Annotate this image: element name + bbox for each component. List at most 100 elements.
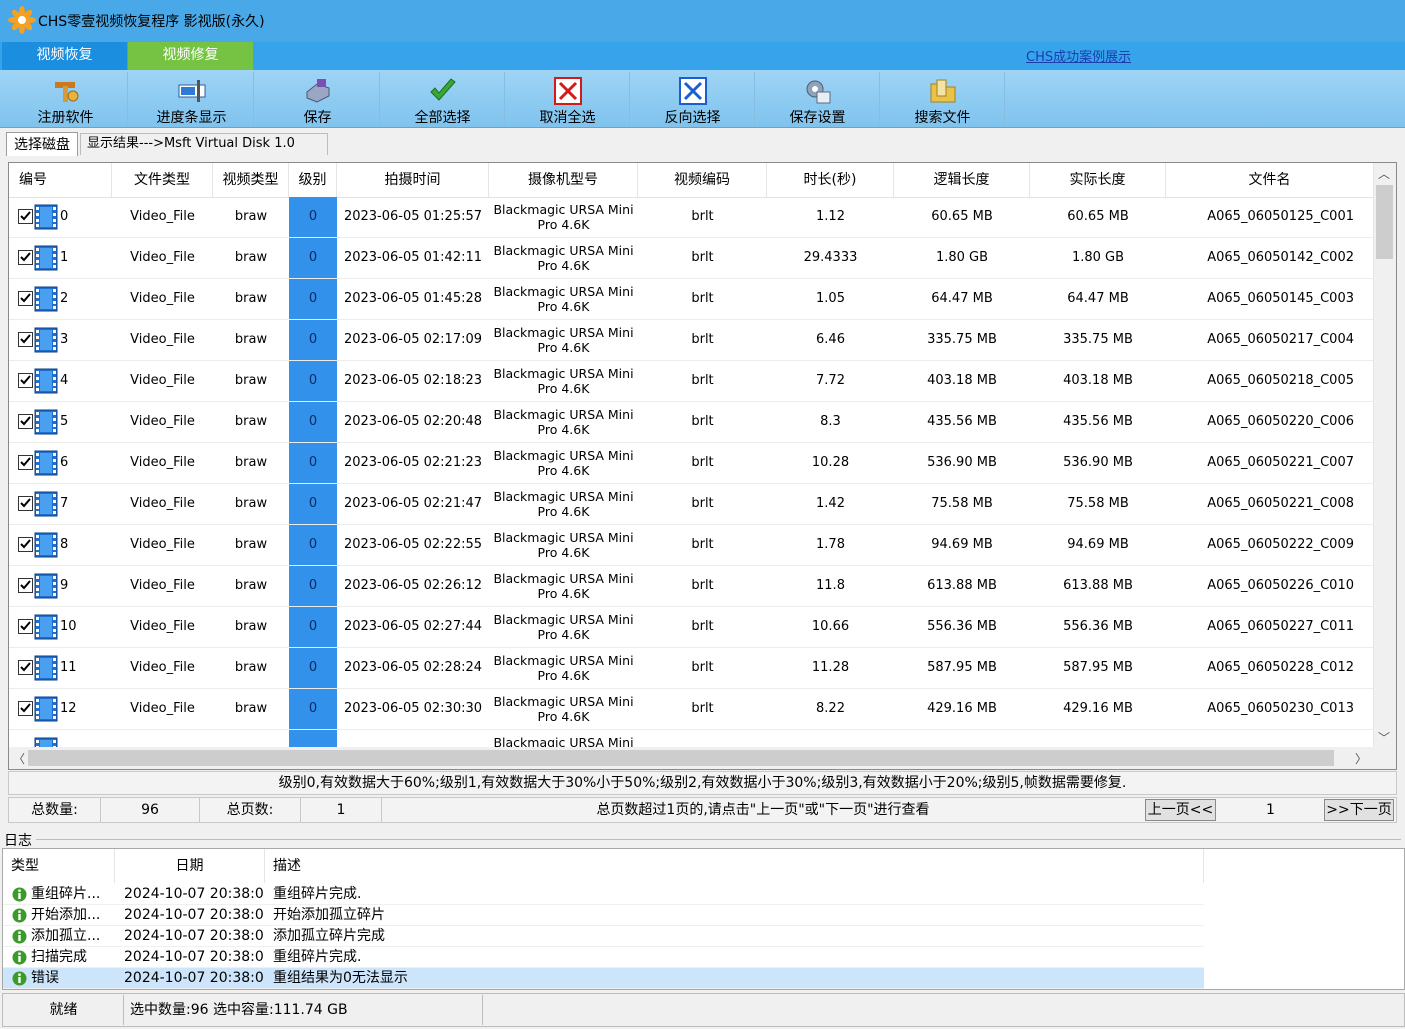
table-row[interactable]: 11 Video_File braw 0 2023-06-05 02:28:24 Blac… [9,648,1374,689]
vertical-scroll-thumb[interactable] [1376,185,1393,259]
camera-model-line2: Pro 4.6K [537,217,590,232]
table-row[interactable]: 9 Video_File braw 0 2023-06-05 02:26:12 Black… [9,566,1374,607]
table-row[interactable]: 0 Video_File braw 0 2023-06-05 01:25:57 Black… [9,197,1374,238]
tab-video-repair[interactable]: 视频修复 [128,42,253,70]
camera-model-cell: Blackmagic URSA Mini Pro 4.6K [489,279,638,319]
tab-video-recover[interactable]: 视频恢复 [2,42,127,70]
save-button[interactable]: 保存 [256,72,380,126]
row-checkbox[interactable] [18,496,33,511]
row-checkbox[interactable] [18,701,33,716]
shot-time-cell: 2023-06-05 02:27:44 [343,619,483,634]
scroll-up-icon[interactable]: ︿ [1378,165,1390,182]
next-page-button[interactable]: >>下一页 [1324,799,1394,821]
table-row[interactable]: 4 Video_File braw 0 2023-06-05 02:18:23 Black… [9,361,1374,402]
row-checkbox[interactable] [18,414,33,429]
row-checkbox[interactable] [18,455,33,470]
row-checkbox[interactable] [18,373,33,388]
prev-page-button[interactable]: 上一页<< [1145,799,1216,821]
header-video-codec[interactable]: 视频编码 [638,163,767,197]
horizontal-scroll-thumb[interactable] [28,750,1334,766]
checkmark-icon [20,580,31,590]
camera-model-line2: Pro 4.6K [537,422,590,437]
row-checkbox[interactable] [18,578,33,593]
checkmark-icon [20,293,31,303]
checkmark-icon [20,662,31,672]
row-checkbox[interactable] [18,660,33,675]
video-type-cell: braw [234,537,268,552]
header-file-type[interactable]: 文件类型 [112,163,213,197]
shot-time-cell: 2023-06-05 01:42:11 [343,250,483,265]
camera-model-line1: Blackmagic URSA Mini [493,448,634,463]
scroll-down-icon[interactable]: ﹀ [1378,729,1390,746]
log-row[interactable]: 错误 2024-10-07 20:38:08 重组结果为0无法显示 [3,968,1204,989]
tab-results[interactable]: 显示结果--->Msft Virtual Disk 1.0 [80,133,328,155]
level-cell: 0 [289,279,337,319]
header-duration[interactable]: 时长(秒) [767,163,894,197]
codec-cell: brlt [691,209,714,224]
row-index: 1 [60,250,69,265]
log-row[interactable]: 扫描完成 2024-10-07 20:38:08 重组碎片完成. [3,947,1204,968]
table-row[interactable]: 7 Video_File braw 0 2023-06-05 02:21:47 Black… [9,484,1374,525]
file-name-cell: A065_06050227_C011 [1207,619,1354,634]
header-shot-time[interactable]: 拍摄时间 [337,163,489,197]
deselect-all-button[interactable]: 取消全选 [506,72,630,126]
file-name-cell: A065_06050125_C001 [1207,209,1354,224]
file-name-cell: A065_06050221_C007 [1207,455,1354,470]
checkmark-icon [20,498,31,508]
register-button[interactable]: 注册软件 [4,72,128,126]
checkmark-icon [20,334,31,344]
video-type-cell [213,730,289,748]
header-actual-size[interactable]: 实际长度 [1030,163,1166,197]
log-row[interactable]: 开始添加... 2024-10-07 20:38:08 开始添加孤立碎片 [3,905,1204,926]
row-id-cell: 1 [9,238,112,278]
progress-display-button[interactable]: 进度条显示 [130,72,254,126]
camera-model-line2: Pro 4.6K [537,709,590,724]
actual-size-cell: 1.80 GB [1071,250,1125,265]
file-type-cell: Video_File [130,578,195,593]
header-logical-size[interactable]: 逻辑长度 [894,163,1030,197]
table-row[interactable]: 5 Video_File braw 0 2023-06-05 02:20:48 Black… [9,402,1374,443]
row-checkbox[interactable] [18,332,33,347]
row-checkbox[interactable] [18,250,33,265]
scroll-right-icon[interactable]: 〉 [1355,750,1367,767]
level-cell: 0 [289,689,337,729]
row-checkbox[interactable] [18,291,33,306]
row-checkbox[interactable] [18,619,33,634]
row-checkbox[interactable] [18,537,33,552]
invert-selection-button[interactable]: 反向选择 [631,72,755,126]
row-index: 7 [60,496,69,511]
row-id-cell [9,730,112,748]
table-row[interactable]: 10 Video_File braw 0 2023-06-05 02:27:44 Blac… [9,607,1374,648]
header-video-type[interactable]: 视频类型 [213,163,289,197]
log-row[interactable]: 重组碎片... 2024-10-07 20:38:08 重组碎片完成. [3,884,1204,905]
camera-model-line2: Pro 4.6K [537,381,590,396]
info-icon [12,950,27,965]
table-row[interactable]: 6 Video_File braw 0 2023-06-05 02:21:23 Black… [9,443,1374,484]
table-row[interactable]: 8 Video_File braw 0 2023-06-05 02:22:55 Black… [9,525,1374,566]
table-row[interactable]: 1 Video_File braw 0 2023-06-05 01:42:11 Black… [9,238,1374,279]
level-cell: 0 [289,402,337,442]
file-name-cell: A065_06050142_C002 [1207,250,1354,265]
log-row[interactable]: 添加孤立... 2024-10-07 20:38:08 添加孤立碎片完成 [3,926,1204,947]
scroll-left-icon[interactable]: 〈 [13,750,25,767]
header-id[interactable]: 编号 [9,163,112,197]
select-all-button[interactable]: 全部选择 [381,72,505,126]
codec-cell: brlt [691,455,714,470]
search-file-button[interactable]: 搜索文件 [881,72,1005,126]
header-level[interactable]: 级别 [289,163,337,197]
search-file-label: 搜索文件 [914,110,971,126]
row-index: 11 [60,660,77,675]
table-row[interactable]: 2 Video_File braw 0 2023-06-05 01:45:28 Black… [9,279,1374,320]
table-row[interactable]: Blackmagic URSA Mini [9,730,1374,748]
tab-select-disk[interactable]: 选择磁盘 [6,132,78,156]
header-file-name[interactable]: 文件名 [1166,163,1374,197]
shot-time-cell: 2023-06-05 02:17:09 [343,332,483,347]
save-settings-label: 保存设置 [789,110,846,126]
checkmark-icon [20,375,31,385]
header-camera-model[interactable]: 摄像机型号 [489,163,638,197]
table-row[interactable]: 3 Video_File braw 0 2023-06-05 02:17:09 Black… [9,320,1374,361]
success-cases-link[interactable]: CHS成功案例展示 [1026,46,1131,65]
table-row[interactable]: 12 Video_File braw 0 2023-06-05 02:30:30 Blac… [9,689,1374,730]
row-checkbox[interactable] [18,209,33,224]
save-settings-button[interactable]: 保存设置 [756,72,880,126]
